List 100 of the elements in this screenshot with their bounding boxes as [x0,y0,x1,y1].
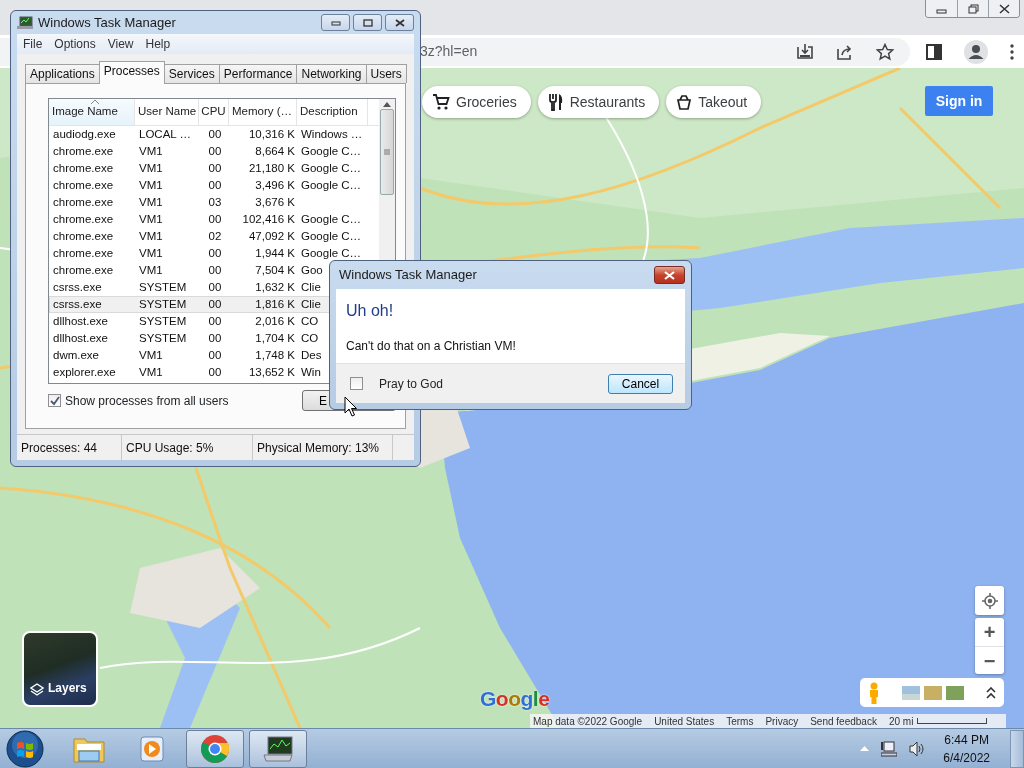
footer-link[interactable]: Privacy [765,713,799,728]
category-chip[interactable]: Restaurants [537,86,660,118]
tab[interactable]: Services [163,64,220,83]
table-cell-text: dwm.exe [52,348,101,363]
table-cell-text: chrome.exe [52,161,115,176]
menu-item[interactable]: View [101,35,140,53]
sign-in-button[interactable]: Sign in [925,86,993,116]
table-cell-text: 1,632 K [254,280,296,295]
tab[interactable]: Processes [98,61,165,84]
status-text: Processes: 44 [17,435,122,460]
side-panel-icon[interactable] [926,43,942,60]
scale-label: 20 mi [888,714,914,728]
cutlery-icon [547,93,564,111]
close-button[interactable] [988,0,1019,17]
minimize-button[interactable] [926,0,957,17]
imagery-thumbnails-icon[interactable] [902,685,964,700]
table-cell-text: chrome.exe [52,229,115,244]
process-row[interactable]: chrome.exe VM1 00 3,496 K Google C… [49,177,379,194]
close-icon [664,270,675,280]
column-header[interactable]: Image Name [49,99,135,125]
table-cell-text: 00 [207,280,223,295]
taskbar-button[interactable] [249,729,307,768]
table-cell-text: 00 [207,263,223,278]
footer-link[interactable]: United States [654,713,715,728]
table-cell-text: Google C… [300,229,363,244]
process-row[interactable]: chrome.exe VM1 00 1,944 K Google C… [49,245,379,262]
scroll-thumb[interactable] [380,109,394,195]
restore-button[interactable] [957,0,988,17]
cart-icon [432,93,450,111]
tab[interactable]: Performance [218,64,298,83]
clock-time[interactable]: 6:44 PM [944,730,989,749]
tab[interactable]: Users [365,64,407,83]
table-cell-text: 1,704 K [254,331,296,346]
menu-item[interactable]: File [17,35,49,53]
table-cell-text: 1,816 K [254,297,296,312]
checkbox-label[interactable]: Pray to God [379,374,444,393]
table-cell-text: 13,652 K [247,365,296,380]
location-button[interactable] [975,586,1004,615]
layers-button[interactable]: Layers [22,631,98,707]
process-row[interactable]: chrome.exe VM1 00 8,664 K Google C… [49,143,379,160]
menu-item[interactable]: Help [139,35,177,53]
zoom-in-button[interactable]: + [975,618,1004,646]
url-text[interactable]: 3z?hl=en [420,41,478,62]
profile-icon[interactable] [964,39,988,64]
expand-icon[interactable] [986,686,996,699]
table-cell-text: csrss.exe [52,280,103,295]
process-row[interactable]: chrome.exe VM1 02 47,092 K Google C… [49,228,379,245]
table-cell-text: 00 [207,127,223,142]
bookmark-star-icon[interactable] [876,42,894,61]
close-button[interactable] [654,266,685,284]
tab[interactable]: Applications [25,64,100,83]
close-button[interactable] [385,14,414,31]
column-header[interactable]: Memory (… [229,99,297,125]
table-cell-text: 00 [207,331,223,346]
table-cell-text: dllhost.exe [52,331,109,346]
dialog-message: Can't do that on a Christian VM! [346,338,517,355]
table-cell-text: 02 [207,229,223,244]
location-icon [981,592,998,609]
footer-link[interactable]: Terms [726,713,754,728]
maximize-button[interactable] [353,14,382,31]
table-cell-text: explorer.exe [52,365,117,380]
table-cell-text: 21,180 K [247,161,296,176]
footer-link[interactable]: Send feedback [810,713,877,728]
checkbox[interactable] [350,377,363,390]
table-cell-text: 03 [207,195,223,210]
table-cell-text: 47,092 K [247,229,296,244]
menu-item[interactable]: Options [48,35,102,53]
process-row[interactable]: chrome.exe VM1 00 21,180 K Google C… [49,160,379,177]
category-chip[interactable]: Takeout [666,86,762,118]
clock-date[interactable]: 6/4/2022 [943,748,990,767]
table-cell-text: chrome.exe [52,195,115,210]
status-text: CPU Usage: 5% [122,435,253,460]
share-icon[interactable] [836,42,854,61]
process-row[interactable]: audiodg.exe LOCAL … 00 10,316 K Windows … [49,126,379,143]
column-header[interactable]: CPU [199,99,229,125]
checkbox-label[interactable]: Show processes from all users [65,391,229,410]
table-cell-text: VM1 [138,229,164,244]
table-cell-text: Win [300,365,322,380]
table-cell-text: VM1 [138,365,164,380]
install-icon[interactable] [796,42,814,61]
category-chip[interactable]: Groceries [422,86,531,118]
start-button[interactable] [4,729,46,768]
zoom-out-button[interactable]: − [975,646,1004,674]
table-cell-text: Windows … [300,127,364,142]
process-row[interactable]: chrome.exe VM1 03 3,676 K [49,194,379,211]
process-row[interactable]: chrome.exe VM1 00 102,416 K Google C… [49,211,379,228]
minimize-button[interactable] [321,14,350,31]
menu-icon[interactable] [1010,43,1014,60]
table-cell-text: VM1 [138,348,164,363]
table-cell-text: Google C… [300,246,363,261]
table-cell-text: VM1 [138,263,164,278]
volume-icon[interactable] [909,740,926,757]
checkbox[interactable] [48,394,61,407]
cancel-button[interactable]: Cancel [608,373,673,394]
network-icon[interactable] [881,740,898,757]
column-header[interactable]: Description [297,99,368,125]
scroll-up-icon[interactable] [383,102,391,107]
table-cell-text: Google C… [300,144,363,159]
tab[interactable]: Networking [296,64,367,83]
column-header[interactable]: User Name [135,99,199,125]
